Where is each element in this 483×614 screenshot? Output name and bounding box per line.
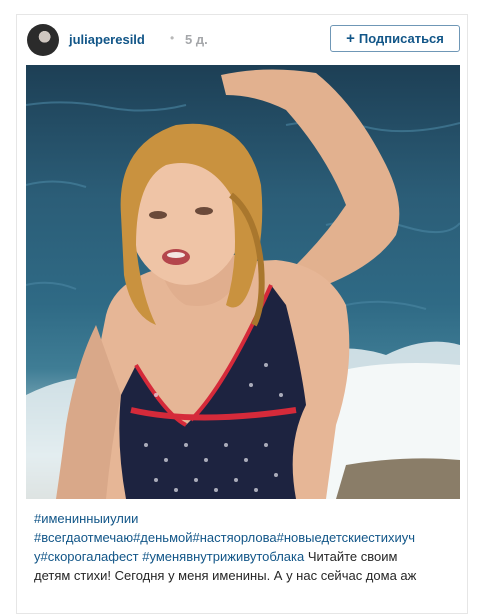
post-time[interactable]: 5 д. <box>185 32 208 47</box>
hashtag-link[interactable]: у#скорогалафест #уменявнутриживутоблака <box>34 549 304 564</box>
follow-button[interactable]: + Подписаться <box>330 25 460 52</box>
avatar[interactable] <box>27 24 59 56</box>
post-header: juliaperesild • 5 д. + Подписаться <box>17 15 467 65</box>
post-photo[interactable] <box>26 65 460 499</box>
separator-dot: • <box>170 31 175 45</box>
follow-label: Подписаться <box>358 31 444 46</box>
plus-icon: + <box>346 30 355 47</box>
username-link[interactable]: juliaperesild <box>69 32 145 47</box>
post-caption: #именинныиулии #всегдаотмечаю#деньмой#на… <box>34 509 459 585</box>
caption-text: Читайте своим <box>304 549 398 564</box>
hashtag-link[interactable]: #именинныиулии <box>34 511 138 526</box>
post-card: juliaperesild • 5 д. + Подписаться #имен… <box>16 14 468 614</box>
photo-illustration <box>26 69 460 499</box>
hashtag-link[interactable]: #всегдаотмечаю#деньмой#настяорлова#новые… <box>34 530 415 545</box>
